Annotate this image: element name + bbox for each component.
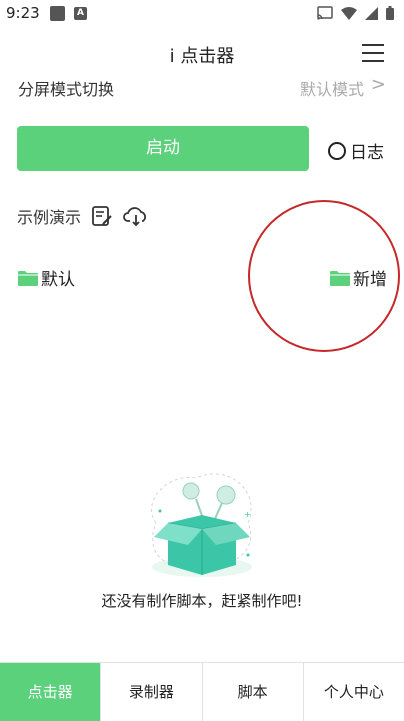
notification-icon	[50, 6, 65, 21]
chevron-right-icon: >	[370, 74, 386, 95]
status-icons	[317, 6, 394, 20]
demo-row: 示例演示	[17, 204, 149, 228]
split-mode-value: 默认模式	[299, 80, 364, 99]
empty-box-illustration: +	[151, 473, 252, 577]
folder-icon	[18, 270, 38, 286]
tab-scripts[interactable]: 脚本	[201, 663, 303, 721]
log-label: 日志	[350, 143, 384, 163]
svg-text:+: +	[244, 510, 251, 519]
notification-badge-icon: A	[74, 7, 87, 20]
demo-label: 示例演示	[17, 208, 82, 227]
log-toggle[interactable]: 日志	[328, 138, 384, 163]
edit-note-icon[interactable]	[91, 205, 113, 227]
folder-default[interactable]: 默认	[18, 265, 75, 290]
empty-state-text: 还没有制作脚本，赶紧制作吧!	[101, 592, 303, 610]
split-mode-label: 分屏模式切换	[18, 80, 115, 99]
folder-label: 默认	[41, 270, 75, 290]
signal-icon	[365, 6, 378, 20]
radio-icon[interactable]	[328, 141, 346, 160]
menu-icon[interactable]	[362, 44, 384, 62]
wifi-icon	[341, 6, 357, 20]
tab-recorder[interactable]: 录制器	[100, 663, 201, 721]
tab-clicker[interactable]: 点击器	[0, 663, 101, 721]
cloud-download-icon[interactable]	[123, 205, 149, 227]
page-title: i 点击器	[169, 46, 235, 67]
tab-profile[interactable]: 个人中心	[302, 663, 404, 721]
battery-icon	[386, 6, 394, 20]
cast-icon	[317, 6, 333, 20]
bottom-nav: 点击器 录制器 脚本 个人中心	[0, 662, 404, 721]
start-button[interactable]: 启动	[17, 126, 309, 171]
status-bar: 9:23 A	[0, 0, 404, 28]
split-mode-row[interactable]: 分屏模式切换 默认模式 >	[0, 72, 404, 100]
highlight-circle	[248, 200, 400, 352]
status-time: 9:23	[6, 4, 40, 22]
